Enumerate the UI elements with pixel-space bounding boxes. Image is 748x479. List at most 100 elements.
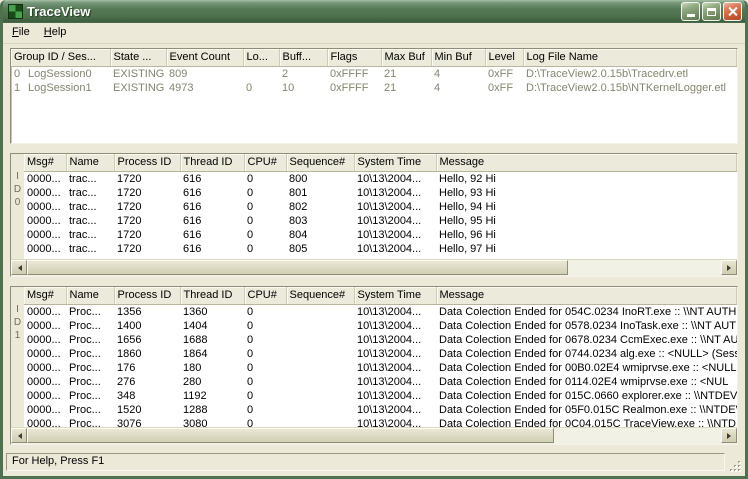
column-header[interactable]: Process ID [114,287,180,304]
scrollbar-thumb[interactable] [27,260,568,275]
column-header[interactable]: Thread ID [180,287,244,304]
trace-row[interactable]: 0000... Proc... 1860 1864 0 10\13\2004..… [24,347,737,361]
trace-row[interactable]: 0000... Proc... 276 280 0 10\13\2004... … [24,375,737,389]
trace-row[interactable]: 0000... Proc... 1520 1288 0 10\13\2004..… [24,403,737,417]
column-header[interactable]: Msg# [24,154,66,171]
session-row[interactable]: 1LogSession1 EXISTING 4973 0 10 0xFFFF 2… [11,81,737,95]
column-header[interactable]: Thread ID [180,154,244,171]
column-header[interactable]: Msg# [24,287,66,304]
column-header[interactable]: CPU# [244,287,286,304]
column-header[interactable]: State ... [110,49,166,66]
cpu-cell: 0 [244,319,286,333]
column-header[interactable]: System Time [354,154,436,171]
session-index: 1 [14,81,28,95]
session-logfile-cell: D:\TraceView2.0.15b\NTKernelLogger.etl [523,81,737,95]
cpu-cell: 0 [244,200,286,214]
column-header[interactable]: System Time [354,287,436,304]
sequence-cell [286,389,354,403]
system-time-cell: 10\13\2004... [354,304,436,319]
minimize-button[interactable] [681,2,700,21]
menu-item[interactable]: File [5,23,37,43]
column-header[interactable]: Message [436,154,737,171]
process-id-cell: 1400 [114,319,180,333]
column-header[interactable]: Min Buf [431,49,485,66]
menu-item[interactable]: Help [37,23,74,43]
system-time-cell: 10\13\2004... [354,319,436,333]
trace-row[interactable]: 0000... trac... 1720 616 0 805 10\13\200… [24,242,737,256]
trace-row[interactable]: 0000... Proc... 1400 1404 0 10\13\2004..… [24,319,737,333]
scroll-left-button[interactable] [11,428,27,443]
column-header[interactable]: Name [66,154,114,171]
msg-cell: 0000... [24,389,66,403]
horizontal-scrollbar-1[interactable] [11,427,737,444]
close-button[interactable] [723,2,742,21]
trace-row[interactable]: 0000... trac... 1720 616 0 800 10\13\200… [24,171,737,186]
scroll-right-button[interactable] [721,428,737,443]
session-name: LogSession0 [28,68,92,80]
msg-cell: 0000... [24,304,66,319]
arrow-right-icon [727,433,734,439]
resize-grip[interactable] [728,459,742,473]
column-header[interactable]: Event Count [166,49,243,66]
system-time-cell: 10\13\2004... [354,242,436,256]
column-header[interactable]: Group ID / Ses... [11,49,110,66]
column-header[interactable]: Buff... [279,49,327,66]
cpu-cell: 0 [244,242,286,256]
menu-bar: FileHelp [3,23,745,44]
column-header[interactable]: Process ID [114,154,180,171]
scroll-left-button[interactable] [11,260,27,275]
scrollbar-track[interactable] [27,428,721,444]
window-title: TraceView [27,4,677,19]
sequence-cell: 804 [286,228,354,242]
client-area: Group ID / Ses...State ...Event CountLo.… [3,44,745,449]
trace-row[interactable]: 0000... trac... 1720 616 0 803 10\13\200… [24,214,737,228]
column-header[interactable]: Flags [327,49,381,66]
session-flags-cell: 0xFFFF [327,66,381,81]
process-id-cell: 1520 [114,403,180,417]
msg-cell: 0000... [24,361,66,375]
session-state-cell: EXISTING [110,66,166,81]
column-header[interactable]: Name [66,287,114,304]
trace-row[interactable]: 0000... Proc... 3076 3080 0 10\13\2004..… [24,417,737,428]
session-row[interactable]: 0LogSession0 EXISTING 809 2 0xFFFF 21 4 … [11,66,737,81]
group-id-letter: D [11,316,24,329]
column-header[interactable]: Log File Name [523,49,737,66]
horizontal-scrollbar-0[interactable] [11,259,737,276]
column-header[interactable]: Sequence# [286,287,354,304]
session-eventcount-cell: 4973 [166,81,243,95]
column-header[interactable]: Message [436,287,737,304]
maximize-button[interactable] [702,2,721,21]
session-eventcount-cell: 809 [166,66,243,81]
column-header[interactable]: Max Buf [381,49,431,66]
system-time-cell: 10\13\2004... [354,347,436,361]
message-cell: Hello, 92 Hi [436,171,737,186]
msg-cell: 0000... [24,186,66,200]
process-id-cell: 1720 [114,228,180,242]
trace-row[interactable]: 0000... trac... 1720 616 0 802 10\13\200… [24,200,737,214]
scrollbar-track[interactable] [27,260,721,276]
column-header[interactable]: Level [485,49,523,66]
msg-cell: 0000... [24,200,66,214]
titlebar[interactable]: TraceView [3,0,745,23]
name-cell: Proc... [66,304,114,319]
trace-row[interactable]: 0000... Proc... 348 1192 0 10\13\2004...… [24,389,737,403]
trace-row[interactable]: 0000... trac... 1720 616 0 801 10\13\200… [24,186,737,200]
trace-row[interactable]: 0000... Proc... 1656 1688 0 10\13\2004..… [24,333,737,347]
scroll-right-button[interactable] [721,260,737,275]
session-maxbuf-cell: 21 [381,81,431,95]
column-header[interactable]: Lo... [243,49,279,66]
trace-row[interactable]: 0000... Proc... 1356 1360 0 10\13\2004..… [24,304,737,319]
session-index: 0 [14,67,28,81]
column-header[interactable]: Sequence# [286,154,354,171]
process-id-cell: 1656 [114,333,180,347]
minimize-icon [687,14,695,17]
session-lost-cell [243,66,279,81]
process-id-cell: 1720 [114,171,180,186]
trace-row[interactable]: 0000... Proc... 176 180 0 10\13\2004... … [24,361,737,375]
traceview-window: TraceView FileHelp Group ID / Ses...Sta [0,0,748,479]
thread-id-cell: 1688 [180,333,244,347]
scrollbar-thumb[interactable] [27,428,554,443]
system-time-cell: 10\13\2004... [354,375,436,389]
trace-row[interactable]: 0000... trac... 1720 616 0 804 10\13\200… [24,228,737,242]
column-header[interactable]: CPU# [244,154,286,171]
